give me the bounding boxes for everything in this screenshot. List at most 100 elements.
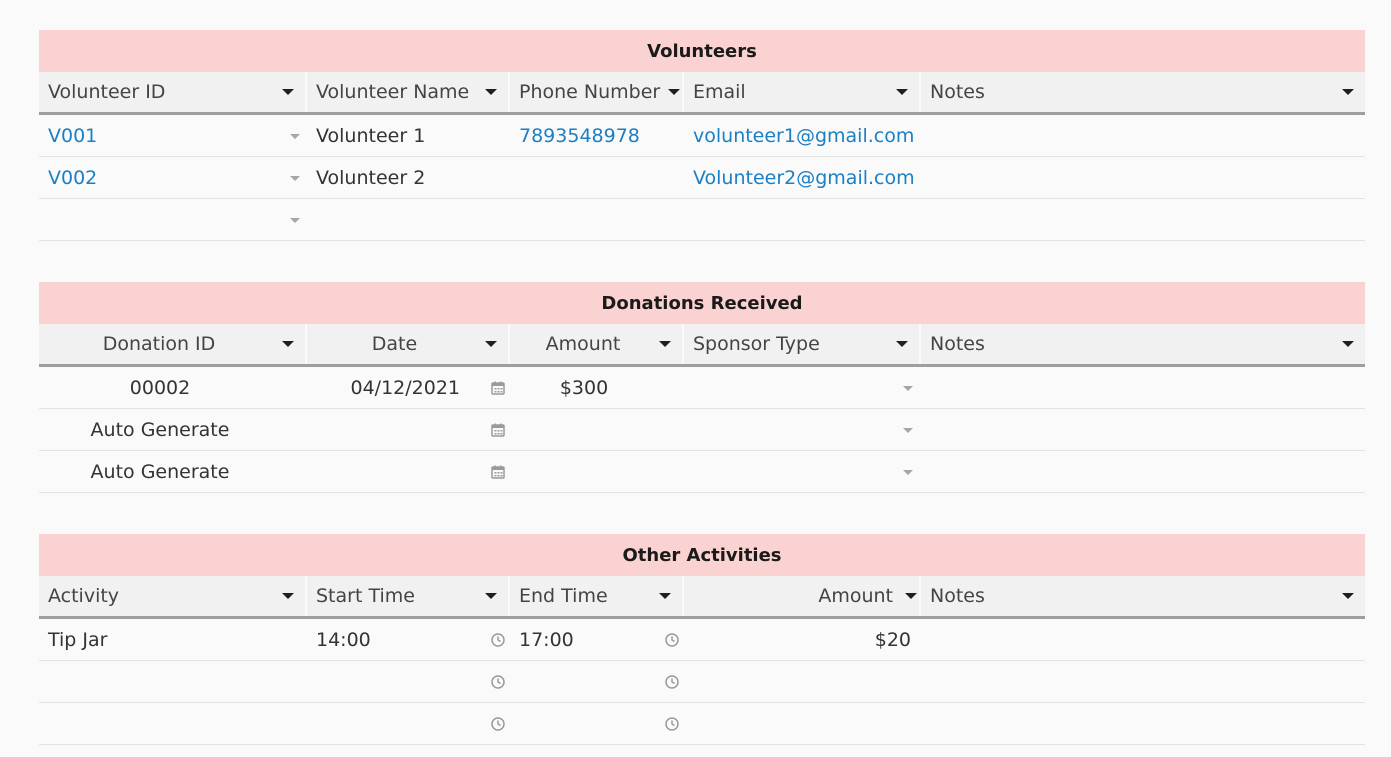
volunteer-name-cell[interactable] — [307, 199, 510, 240]
sponsor-type-cell[interactable] — [684, 451, 921, 492]
amount-cell[interactable] — [684, 661, 921, 702]
notes-cell[interactable] — [921, 367, 1365, 408]
caret-down-icon[interactable] — [1342, 89, 1354, 95]
column-header-phone-number[interactable]: Phone Number — [510, 72, 684, 112]
caret-down-icon[interactable] — [659, 593, 671, 599]
calendar-icon[interactable] — [490, 464, 506, 480]
notes-cell[interactable] — [921, 451, 1365, 492]
caret-down-icon[interactable] — [485, 341, 497, 347]
caret-down-icon[interactable] — [896, 89, 908, 95]
notes-cell[interactable] — [921, 157, 1365, 198]
notes-cell[interactable] — [921, 703, 1365, 744]
clock-icon[interactable] — [664, 632, 680, 648]
column-header-sponsor-type[interactable]: Sponsor Type — [684, 324, 921, 364]
notes-cell[interactable] — [921, 619, 1365, 660]
volunteers-table: Volunteers Volunteer ID Volunteer Name P… — [39, 30, 1365, 241]
end-time-cell[interactable]: 17:00 — [510, 619, 684, 660]
email-cell[interactable]: Volunteer2@gmail.com — [684, 157, 921, 198]
column-header-amount[interactable]: Amount — [684, 576, 921, 616]
end-time-cell[interactable] — [510, 661, 684, 702]
volunteer-id-cell[interactable] — [39, 199, 307, 240]
amount-cell[interactable] — [510, 451, 684, 492]
date-cell[interactable] — [307, 409, 510, 450]
small-caret-icon[interactable] — [290, 175, 300, 181]
column-header-volunteer-id[interactable]: Volunteer ID — [39, 72, 307, 112]
column-header-notes[interactable]: Notes — [921, 72, 1365, 112]
caret-down-icon[interactable] — [896, 341, 908, 347]
column-header-end-time[interactable]: End Time — [510, 576, 684, 616]
column-header-email[interactable]: Email — [684, 72, 921, 112]
sponsor-type-cell[interactable] — [684, 409, 921, 450]
calendar-icon[interactable] — [490, 380, 506, 396]
notes-cell[interactable] — [921, 199, 1365, 240]
sponsor-type-cell[interactable] — [684, 367, 921, 408]
column-header-notes[interactable]: Notes — [921, 576, 1365, 616]
donation-id-cell[interactable]: Auto Generate — [39, 451, 307, 492]
caret-down-icon[interactable] — [668, 89, 680, 95]
donation-id-cell[interactable]: 00002 — [39, 367, 307, 408]
volunteers-header-row: Volunteer ID Volunteer Name Phone Number… — [39, 72, 1365, 115]
clock-icon[interactable] — [490, 674, 506, 690]
activity-cell[interactable]: Tip Jar — [39, 619, 307, 660]
date-cell[interactable] — [307, 451, 510, 492]
column-header-amount[interactable]: Amount — [510, 324, 684, 364]
clock-icon[interactable] — [490, 716, 506, 732]
column-header-notes[interactable]: Notes — [921, 324, 1365, 364]
caret-down-icon[interactable] — [282, 341, 294, 347]
table-row: Auto Generate — [39, 409, 1365, 451]
notes-cell[interactable] — [921, 115, 1365, 156]
small-caret-icon[interactable] — [290, 217, 300, 223]
phone-number-cell[interactable] — [510, 157, 684, 198]
calendar-icon[interactable] — [490, 422, 506, 438]
small-caret-icon[interactable] — [290, 133, 300, 139]
notes-cell[interactable] — [921, 409, 1365, 450]
volunteer-name-cell[interactable]: Volunteer 1 — [307, 115, 510, 156]
column-header-date[interactable]: Date — [307, 324, 510, 364]
small-caret-icon[interactable] — [903, 385, 913, 391]
column-header-volunteer-name[interactable]: Volunteer Name — [307, 72, 510, 112]
caret-down-icon[interactable] — [1342, 593, 1354, 599]
clock-icon[interactable] — [664, 674, 680, 690]
caret-down-icon[interactable] — [659, 341, 671, 347]
column-header-donation-id[interactable]: Donation ID — [39, 324, 307, 364]
caret-down-icon[interactable] — [485, 89, 497, 95]
donation-id-cell[interactable]: Auto Generate — [39, 409, 307, 450]
small-caret-icon[interactable] — [903, 427, 913, 433]
phone-number-cell[interactable]: 7893548978 — [510, 115, 684, 156]
activity-cell[interactable] — [39, 703, 307, 744]
caret-down-icon[interactable] — [1342, 341, 1354, 347]
volunteer-name-cell[interactable]: Volunteer 2 — [307, 157, 510, 198]
start-time-cell[interactable]: 14:00 — [307, 619, 510, 660]
table-row — [39, 703, 1365, 745]
column-header-activity[interactable]: Activity — [39, 576, 307, 616]
date-cell[interactable]: 04/12/2021 — [307, 367, 510, 408]
donations-title: Donations Received — [39, 282, 1365, 324]
email-cell[interactable] — [684, 199, 921, 240]
volunteer-id-cell[interactable]: V001 — [39, 115, 307, 156]
table-row: Tip Jar 14:00 17:00 $20 — [39, 619, 1365, 661]
volunteer-id-cell[interactable]: V002 — [39, 157, 307, 198]
end-time-cell[interactable] — [510, 703, 684, 744]
clock-icon[interactable] — [664, 716, 680, 732]
caret-down-icon[interactable] — [282, 89, 294, 95]
amount-cell[interactable]: $300 — [510, 367, 684, 408]
caret-down-icon[interactable] — [485, 593, 497, 599]
phone-number-cell[interactable] — [510, 199, 684, 240]
caret-down-icon[interactable] — [282, 593, 294, 599]
amount-cell[interactable]: $20 — [684, 619, 921, 660]
activity-cell[interactable] — [39, 661, 307, 702]
notes-cell[interactable] — [921, 661, 1365, 702]
start-time-cell[interactable] — [307, 703, 510, 744]
donations-table: Donations Received Donation ID Date Amou… — [39, 282, 1365, 493]
small-caret-icon[interactable] — [903, 469, 913, 475]
table-row: 00002 04/12/2021 $300 — [39, 367, 1365, 409]
caret-down-icon[interactable] — [905, 593, 917, 599]
amount-cell[interactable] — [684, 703, 921, 744]
clock-icon[interactable] — [490, 632, 506, 648]
table-row — [39, 199, 1365, 241]
start-time-cell[interactable] — [307, 661, 510, 702]
column-header-start-time[interactable]: Start Time — [307, 576, 510, 616]
email-cell[interactable]: volunteer1@gmail.com — [684, 115, 921, 156]
volunteers-title: Volunteers — [39, 30, 1365, 72]
amount-cell[interactable] — [510, 409, 684, 450]
